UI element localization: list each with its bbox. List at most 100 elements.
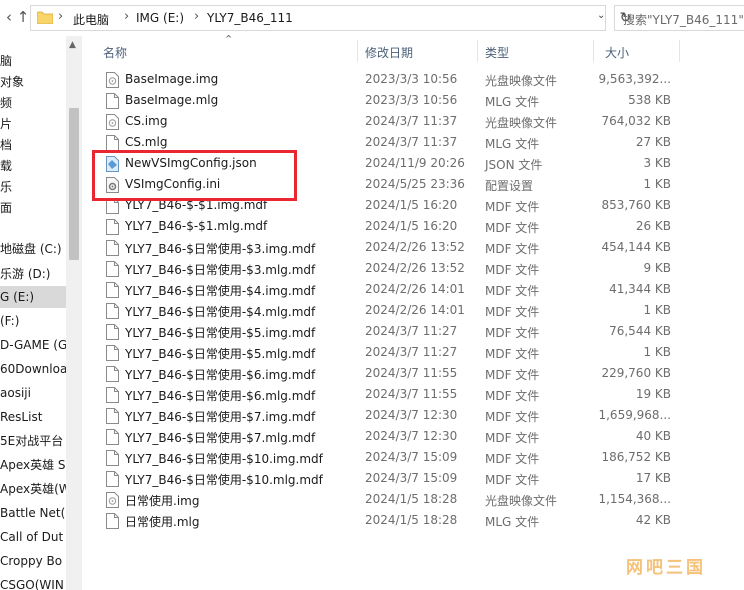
column-divider[interactable]	[477, 40, 478, 62]
file-type: MDF 文件	[485, 452, 540, 466]
file-type: 光盘映像文件	[485, 74, 558, 88]
nav-item[interactable]: 60Download	[0, 358, 75, 380]
file-name: YLY7_B46-$日常使用-$6.mlg.mdf	[125, 389, 316, 403]
nav-item[interactable]: Apex英雄 S	[0, 454, 66, 476]
file-row[interactable]: YLY7_B46-$日常使用-$10.mlg.mdf 2024/3/7 15:09…	[86, 469, 744, 490]
file-type: MDF 文件	[485, 326, 540, 340]
file-size: 27 KB	[635, 135, 671, 149]
file-type: MDF 文件	[485, 200, 540, 214]
breadcrumb-this-pc[interactable]: 此电脑	[73, 11, 109, 28]
nav-item[interactable]: 档	[0, 134, 12, 156]
search-input[interactable]: 搜索"YLY7_B46_111"	[614, 5, 744, 31]
file-row[interactable]: YLY7_B46-$-$1.mlg.mdf 2024/1/5 16:20 MDF 文…	[86, 217, 744, 238]
file-name: YLY7_B46-$日常使用-$10.img.mdf	[125, 452, 323, 466]
column-divider[interactable]	[679, 40, 680, 62]
breadcrumb-separator-icon: ›	[58, 9, 64, 24]
file-type: 配置设置	[485, 179, 534, 193]
nav-item[interactable]: 片	[0, 113, 12, 135]
file-name: BaseImage.mlg	[125, 93, 219, 107]
address-bar[interactable]: › 此电脑 › IMG (E:) › YLY7_B46_111 ⌄ ↻	[30, 5, 631, 31]
file-type: MDF 文件	[485, 368, 540, 382]
nav-item[interactable]: G (E:)	[0, 286, 66, 308]
nav-item[interactable]: 5E对战平台	[0, 430, 63, 452]
file-type: MDF 文件	[485, 305, 540, 319]
file-icon	[106, 135, 119, 151]
nav-item[interactable]: ResList	[0, 406, 42, 428]
file-size: 17 KB	[635, 471, 671, 485]
file-row[interactable]: YLY7_B46-$日常使用-$5.mlg.mdf 2024/3/7 11:27 M…	[86, 343, 744, 364]
file-icon	[106, 366, 119, 382]
file-size: 764,032 KB	[601, 114, 671, 128]
file-type: MLG 文件	[485, 137, 540, 151]
file-icon	[106, 93, 119, 109]
nav-item[interactable]: Call of Dut	[0, 526, 63, 548]
file-date: 2023/3/3 10:56	[365, 93, 458, 107]
scroll-up-icon[interactable]: ▲	[69, 40, 76, 50]
file-size: 9 KB	[643, 261, 671, 275]
chevron-down-icon[interactable]: ⌄	[597, 10, 605, 21]
file-type: MDF 文件	[485, 347, 540, 361]
file-row[interactable]: 日常使用.img 2024/1/5 18:28 光盘映像文件 1,154,368...	[86, 490, 744, 511]
breadcrumb-current-folder[interactable]: YLY7_B46_111	[207, 11, 293, 25]
file-row[interactable]: YLY7_B46-$日常使用-$10.img.mdf 2024/3/7 15:09…	[86, 448, 744, 469]
file-row[interactable]: YLY7_B46-$日常使用-$3.mlg.mdf 2024/2/26 13:52…	[86, 259, 744, 280]
file-date: 2024/1/5 16:20	[365, 219, 458, 233]
file-icon	[106, 429, 119, 445]
navigation-scrollbar[interactable]: ▲	[66, 36, 82, 590]
file-type: MDF 文件	[485, 473, 540, 487]
file-row[interactable]: YLY7_B46-$日常使用-$7.img.mdf 2024/3/7 12:30 M…	[86, 406, 744, 427]
folder-icon	[37, 11, 53, 24]
address-toolbar: ‹ ↑ › 此电脑 › IMG (E:) › YLY7_B46_111 ⌄ ↻ …	[0, 0, 744, 36]
breadcrumb-drive[interactable]: IMG (E:)	[136, 11, 184, 25]
file-date: 2024/11/9 20:26	[365, 156, 465, 170]
nav-item[interactable]: 脑	[0, 50, 12, 72]
file-date: 2024/2/26 14:01	[365, 282, 465, 296]
file-name: YLY7_B46-$日常使用-$4.mlg.mdf	[125, 305, 316, 319]
file-row[interactable]: CS.img 2024/3/7 11:37 光盘映像文件 764,032 KB	[86, 112, 744, 133]
file-date: 2024/1/5 16:20	[365, 198, 458, 212]
nav-item[interactable]: D-GAME (G:)	[0, 334, 76, 356]
nav-item[interactable]: 载	[0, 155, 12, 177]
file-type: JSON 文件	[485, 158, 543, 172]
nav-item[interactable]: Apex英雄(W	[0, 478, 71, 500]
file-icon	[106, 450, 119, 466]
sort-ascending-icon: ⌃	[224, 33, 234, 46]
nav-item[interactable]: (F:)	[0, 310, 19, 332]
file-row[interactable]: YLY7_B46-$日常使用-$4.img.mdf 2024/2/26 14:01…	[86, 280, 744, 301]
file-name: YLY7_B46-$日常使用-$5.img.mdf	[125, 326, 316, 340]
file-date: 2024/3/7 11:37	[365, 114, 458, 128]
file-row[interactable]: YLY7_B46-$日常使用-$3.img.mdf 2024/2/26 13:52…	[86, 238, 744, 259]
file-size: 9,563,392...	[598, 72, 671, 86]
column-header-name[interactable]: 名称	[103, 44, 127, 64]
file-row[interactable]: BaseImage.img 2023/3/3 10:56 光盘映像文件 9,563,3…	[86, 70, 744, 91]
nav-item[interactable]: 对象	[0, 71, 24, 93]
column-divider[interactable]	[357, 40, 358, 62]
column-header-date[interactable]: 修改日期	[365, 44, 413, 64]
nav-item[interactable]: Battle Net(	[0, 502, 65, 524]
nav-item[interactable]: CSGO(WIN	[0, 574, 64, 590]
column-header-type[interactable]: 类型	[485, 44, 509, 64]
nav-item[interactable]: aosiji	[0, 382, 31, 404]
column-divider[interactable]	[593, 40, 594, 62]
file-size: 1 KB	[643, 177, 671, 191]
file-row[interactable]: 日常使用.mlg 2024/1/5 18:28 MLG 文件 42 KB	[86, 511, 744, 532]
file-date: 2023/3/3 10:56	[365, 72, 458, 86]
file-name: YLY7_B46-$日常使用-$6.img.mdf	[125, 368, 316, 382]
scrollbar-thumb[interactable]	[69, 108, 79, 260]
breadcrumb-separator-icon: ›	[194, 9, 200, 24]
nav-item[interactable]: 乐	[0, 176, 12, 198]
file-row[interactable]: YLY7_B46-$日常使用-$6.img.mdf 2024/3/7 11:55 M…	[86, 364, 744, 385]
nav-item[interactable]: 地磁盘 (C:)	[0, 238, 62, 260]
file-row[interactable]: YLY7_B46-$日常使用-$4.mlg.mdf 2024/2/26 14:01…	[86, 301, 744, 322]
nav-item[interactable]: Croppy Bo	[0, 550, 62, 572]
nav-item[interactable]: 乐游 (D:)	[0, 263, 50, 285]
nav-item[interactable]: 频	[0, 92, 12, 114]
nav-item[interactable]: 面	[0, 197, 12, 219]
file-row[interactable]: YLY7_B46-$日常使用-$6.mlg.mdf 2024/3/7 11:55 M…	[86, 385, 744, 406]
file-row[interactable]: BaseImage.mlg 2023/3/3 10:56 MLG 文件 538 KB	[86, 91, 744, 112]
file-row[interactable]: YLY7_B46-$日常使用-$5.img.mdf 2024/3/7 11:27 M…	[86, 322, 744, 343]
file-row[interactable]: YLY7_B46-$日常使用-$7.mlg.mdf 2024/3/7 12:30 M…	[86, 427, 744, 448]
column-header-size[interactable]: 大小	[605, 44, 629, 64]
file-date: 2024/3/7 12:30	[365, 429, 458, 443]
file-icon	[106, 261, 119, 277]
